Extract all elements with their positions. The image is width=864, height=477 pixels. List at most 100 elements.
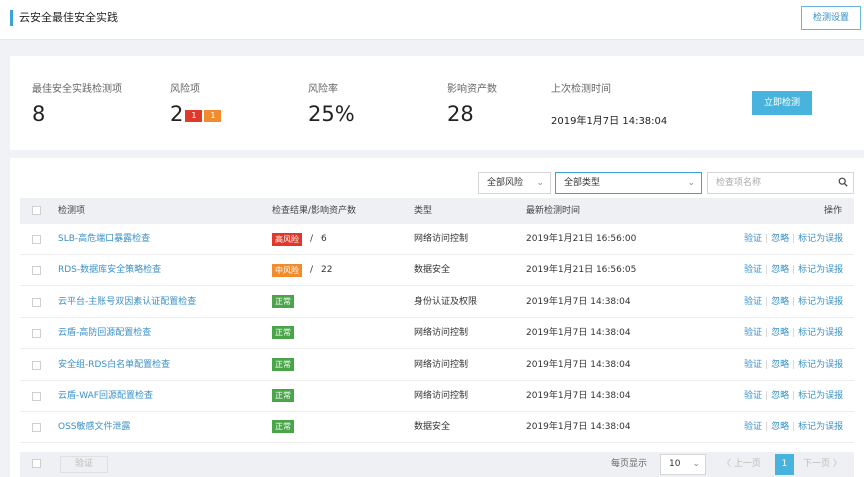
ignore-link[interactable]: 忽略 xyxy=(771,234,789,244)
verify-link[interactable]: 验证 xyxy=(744,297,762,307)
row-checkbox[interactable] xyxy=(32,297,41,307)
stats-panel: 最佳安全实践检测项 8 风险项 211 风险率 25% 影响资产数 28 上次检… xyxy=(10,56,864,150)
row-checkbox[interactable] xyxy=(32,266,41,276)
ignore-link[interactable]: 忽略 xyxy=(771,422,789,432)
prev-page-button[interactable]: 〈 上一页 xyxy=(722,452,761,477)
row-checkbox[interactable] xyxy=(32,360,41,370)
verify-link[interactable]: 验证 xyxy=(744,265,762,275)
col-time: 最新检测时间 xyxy=(526,206,581,216)
mark-false-positive-link[interactable]: 标记为误报 xyxy=(798,265,843,275)
mark-false-positive-link[interactable]: 标记为误报 xyxy=(798,422,843,432)
item-name-link[interactable]: 云盾-高防回源配置检查 xyxy=(58,318,151,349)
divider: | xyxy=(792,265,796,276)
result-cell: 高风险 / 6 xyxy=(272,224,327,256)
divider: | xyxy=(792,234,796,244)
divider: | xyxy=(792,328,796,339)
table-row: 云盾-高防回源配置检查 正常 网络访问控制 2019年1月7日 14:38:04 验证 |… xyxy=(20,318,854,350)
ignore-link[interactable]: 忽略 xyxy=(771,297,789,307)
check-now-button[interactable]: 立即检测 xyxy=(752,91,812,115)
next-page-button[interactable]: 下一页 〉 xyxy=(803,452,842,477)
page-title: 云安全最佳安全实践 xyxy=(10,10,118,26)
result-cell: 正常 xyxy=(272,318,294,349)
per-page-select[interactable]: 10 ⌄ xyxy=(660,454,706,475)
col-item: 检测项 xyxy=(58,206,86,216)
verify-link[interactable]: 验证 xyxy=(744,360,762,370)
ops-cell: 验证 | 忽略 | 标记为误报 xyxy=(744,287,843,318)
batch-verify-button[interactable]: 验证 xyxy=(60,456,108,473)
ops-cell: 验证 | 忽略 | 标记为误报 xyxy=(744,381,843,412)
stat-items-value: 8 xyxy=(32,102,46,126)
chevron-down-icon: ⌄ xyxy=(536,178,544,188)
item-name-link[interactable]: OSS敏感文件泄露 xyxy=(58,412,131,443)
stat-last-check: 上次检测时间 2019年1月7日 14:38:04 xyxy=(551,84,667,134)
current-page-button[interactable]: 1 xyxy=(775,454,794,475)
result-cell: 中风险 / 22 xyxy=(272,255,333,287)
status-badge: 中风险 xyxy=(272,264,302,278)
item-name-link[interactable]: 云平台-主账号双因素认证配置检查 xyxy=(58,287,196,318)
mark-false-positive-link[interactable]: 标记为误报 xyxy=(798,234,843,244)
affected-count: 6 xyxy=(321,234,327,244)
select-all-checkbox[interactable] xyxy=(32,206,41,215)
verify-link[interactable]: 验证 xyxy=(744,328,762,338)
ops-cell: 验证 | 忽略 | 标记为误报 xyxy=(744,255,843,286)
status-badge: 正常 xyxy=(272,326,294,340)
status-badge: 高风险 xyxy=(272,233,302,246)
search-icon[interactable] xyxy=(838,177,848,187)
ignore-link[interactable]: 忽略 xyxy=(771,265,789,275)
footer-select-all-checkbox[interactable] xyxy=(32,459,41,468)
status-badge: 正常 xyxy=(272,357,294,371)
chevron-down-icon: ⌄ xyxy=(692,459,700,469)
per-page-value: 10 xyxy=(669,459,681,469)
table-row: OSS敏感文件泄露 正常 数据安全 2019年1月7日 14:38:04 验证 | 忽略 | 标… xyxy=(20,412,854,444)
time-cell: 2019年1月7日 14:38:04 xyxy=(526,422,631,433)
stat-assets-label: 影响资产数 xyxy=(447,84,497,95)
row-checkbox[interactable] xyxy=(32,423,41,433)
type-filter-select[interactable]: 全部类型 ⌄ xyxy=(555,172,702,194)
item-name-link[interactable]: RDS-数据库安全策略检查 xyxy=(58,255,161,286)
count-sep: / xyxy=(310,265,314,276)
search-input[interactable]: 检查项名称 xyxy=(707,172,854,194)
row-checkbox[interactable] xyxy=(32,235,41,244)
divider: | xyxy=(765,328,769,339)
stat-risk: 风险项 211 xyxy=(170,84,222,126)
ignore-link[interactable]: 忽略 xyxy=(771,360,789,370)
mark-false-positive-link[interactable]: 标记为误报 xyxy=(798,328,843,338)
type-cell: 网络访问控制 xyxy=(414,391,469,401)
divider: | xyxy=(765,391,769,401)
col-ops: 操作 xyxy=(824,206,843,216)
risk-filter-select[interactable]: 全部风险 ⌄ xyxy=(478,172,551,194)
ignore-link[interactable]: 忽略 xyxy=(771,328,789,338)
mark-false-positive-link[interactable]: 标记为误报 xyxy=(798,391,843,401)
item-name-link[interactable]: 安全组-RDS白名单配置检查 xyxy=(58,350,170,381)
table-row: SLB-高危端口暴露检查 高风险 / 6 网络访问控制 2019年1月21日 16:56:… xyxy=(20,224,854,255)
row-checkbox[interactable] xyxy=(32,392,41,401)
type-cell: 身份认证及权限 xyxy=(414,296,478,307)
detection-settings-button[interactable]: 检测设置 xyxy=(801,6,861,30)
stat-risk-label: 风险项 xyxy=(170,84,200,95)
item-name-link[interactable]: 云盾-WAF回源配置检查 xyxy=(58,381,153,412)
table-footer: 验证 每页显示 10 ⌄ 〈 上一页 1 下一页 〉 xyxy=(20,452,854,477)
ops-cell: 验证 | 忽略 | 标记为误报 xyxy=(744,224,843,255)
stat-assets-value: 28 xyxy=(447,102,474,126)
status-badge: 正常 xyxy=(272,420,294,434)
high-risk-count-badge: 1 xyxy=(185,110,203,122)
top-bar: 云安全最佳安全实践 检测设置 xyxy=(0,0,864,40)
mark-false-positive-link[interactable]: 标记为误报 xyxy=(798,360,843,370)
type-cell: 数据安全 xyxy=(414,265,451,276)
verify-link[interactable]: 验证 xyxy=(744,391,762,401)
stat-items: 最佳安全实践检测项 8 xyxy=(32,84,122,126)
row-checkbox[interactable] xyxy=(32,329,41,339)
search-placeholder: 检查项名称 xyxy=(716,178,762,188)
item-name-link[interactable]: SLB-高危端口暴露检查 xyxy=(58,224,150,255)
count-sep: / xyxy=(310,234,314,244)
affected-count: 22 xyxy=(321,265,333,276)
divider: | xyxy=(765,359,769,370)
verify-link[interactable]: 验证 xyxy=(744,422,762,432)
time-cell: 2019年1月7日 14:38:04 xyxy=(526,391,631,401)
verify-link[interactable]: 验证 xyxy=(744,234,762,244)
mark-false-positive-link[interactable]: 标记为误报 xyxy=(798,297,843,307)
type-cell: 网络访问控制 xyxy=(414,328,469,339)
ops-cell: 验证 | 忽略 | 标记为误报 xyxy=(744,412,843,443)
type-filter-value: 全部类型 xyxy=(564,178,601,188)
ignore-link[interactable]: 忽略 xyxy=(771,391,789,401)
